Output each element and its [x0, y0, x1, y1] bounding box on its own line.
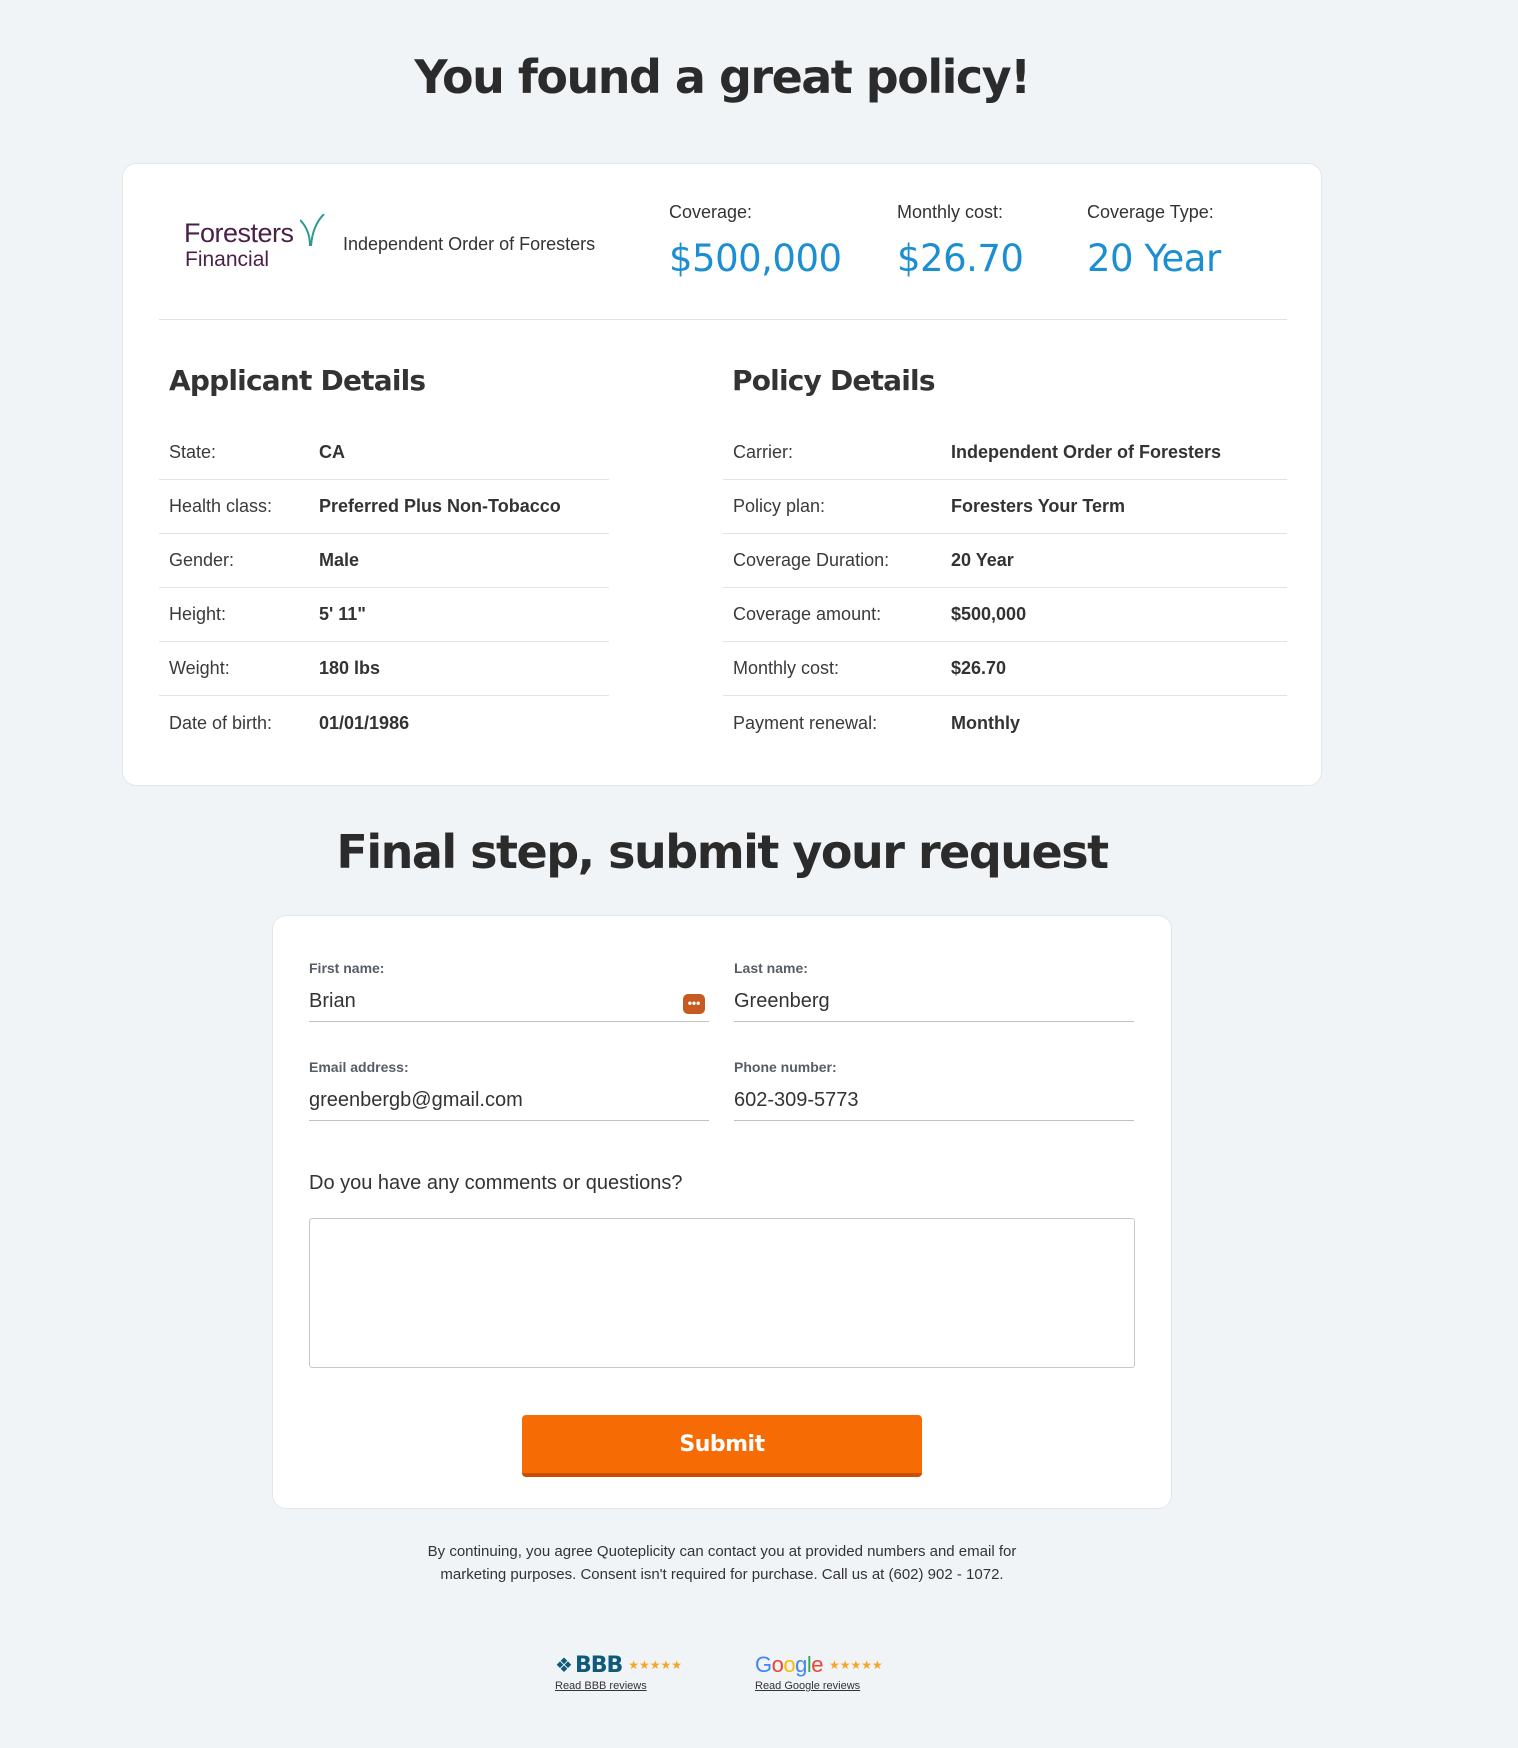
detail-label: Height: — [169, 604, 227, 624]
policy-details-title: Policy Details — [732, 364, 936, 397]
bbb-logo: BBB — [574, 1652, 623, 1678]
monthly-cost-label: Monthly cost: — [897, 202, 1004, 222]
bbb-reviews-link[interactable]: Read BBB reviews — [555, 1680, 682, 1692]
policy-details-list: Carrier: Independent Order of Foresters P… — [723, 426, 1287, 750]
detail-value: Independent Order of Foresters — [951, 442, 1222, 462]
bbb-stars: ★★★★★ — [628, 1658, 683, 1672]
detail-label: Health class: — [169, 496, 273, 516]
detail-row-dob: Date of birth: 01/01/1986 — [159, 696, 609, 750]
detail-label: Policy plan: — [733, 496, 826, 516]
detail-value: 180 lbs — [319, 658, 381, 678]
phone-field: Phone number: — [734, 1059, 1134, 1121]
first-name-field: First name: ••• — [309, 960, 709, 1022]
detail-row-monthly-cost: Monthly cost: $26.70 — [723, 642, 1287, 696]
google-review-badge: Google ★★★★★ Read Google reviews — [755, 1652, 883, 1692]
detail-label: Date of birth: — [169, 712, 273, 733]
phone-label: Phone number: — [734, 1059, 837, 1075]
logo-word-financial: Financial — [185, 248, 270, 271]
detail-value: Preferred Plus Non-Tobacco — [319, 496, 561, 516]
email-label: Email address: — [309, 1059, 409, 1075]
detail-label: Payment renewal: — [733, 712, 878, 733]
detail-value: 20 Year — [951, 550, 1014, 570]
coverage-label: Coverage: — [669, 202, 753, 222]
detail-row-gender: Gender: Male — [159, 534, 609, 588]
google-stars: ★★★★★ — [829, 1658, 883, 1672]
consent-text: By continuing, you agree Quoteplicity ca… — [427, 1543, 1017, 1583]
foresters-logo: Foresters Financial — [184, 214, 344, 278]
detail-row-coverage-duration: Coverage Duration: 20 Year — [723, 534, 1287, 588]
email-field: Email address: — [309, 1059, 709, 1121]
detail-row-policy-plan: Policy plan: Foresters Your Term — [723, 480, 1287, 534]
first-name-input[interactable] — [309, 986, 709, 1022]
monthly-cost-stat: Monthly cost: $26.70 — [897, 202, 1024, 280]
detail-row-health-class: Health class: Preferred Plus Non-Tobacco — [159, 480, 609, 534]
detail-label: Weight: — [169, 658, 230, 678]
bbb-torch-icon: ❖ — [555, 1654, 573, 1677]
detail-label: Coverage Duration: — [733, 550, 890, 570]
detail-value: 01/01/1986 — [319, 712, 410, 733]
detail-value: Monthly — [951, 712, 1020, 733]
page-title: You found a great policy! — [414, 50, 1031, 104]
detail-value: $500,000 — [951, 604, 1027, 624]
divider — [159, 319, 1287, 320]
coverage-type-stat: Coverage Type: 20 Year — [1087, 202, 1221, 280]
coverage-value: $500,000 — [669, 237, 842, 280]
email-input[interactable] — [309, 1085, 709, 1121]
detail-value: 5' 11" — [319, 604, 366, 624]
detail-label: Monthly cost: — [733, 658, 840, 678]
detail-row-coverage-amount: Coverage amount: $500,000 — [723, 588, 1287, 642]
detail-value: CA — [319, 442, 345, 462]
last-name-input[interactable] — [734, 986, 1134, 1022]
detail-row-weight: Weight: 180 lbs — [159, 642, 609, 696]
applicant-details-title: Applicant Details — [169, 364, 426, 397]
detail-value: Foresters Your Term — [951, 496, 1126, 516]
detail-label: Gender: — [169, 550, 235, 570]
detail-row-payment-renewal: Payment renewal: Monthly — [723, 696, 1287, 750]
first-name-label: First name: — [309, 960, 385, 976]
coverage-type-label: Coverage Type: — [1087, 202, 1214, 222]
submit-button[interactable]: Submit — [522, 1415, 922, 1477]
comments-label: Do you have any comments or questions? — [309, 1172, 683, 1194]
phone-input[interactable] — [734, 1085, 1134, 1121]
detail-value: Male — [319, 550, 360, 570]
google-logo: Google — [755, 1652, 824, 1677]
detail-label: State: — [169, 442, 217, 462]
policy-summary-card: Foresters Financial Independent Order of… — [122, 163, 1322, 786]
request-form-card: First name: ••• Last name: Email address… — [272, 915, 1172, 1509]
monthly-cost-value: $26.70 — [897, 237, 1024, 280]
coverage-type-value: 20 Year — [1087, 237, 1221, 280]
applicant-details-list: State: CA Health class: Preferred Plus Non… — [159, 426, 609, 750]
detail-label: Carrier: — [733, 442, 794, 462]
detail-label: Coverage amount: — [733, 604, 882, 624]
leaf-icon — [300, 214, 325, 246]
carrier-name: Independent Order of Foresters — [343, 234, 596, 254]
final-step-title: Final step, submit your request — [336, 825, 1109, 879]
detail-row-height: Height: 5' 11" — [159, 588, 609, 642]
detail-row-state: State: CA — [159, 426, 609, 480]
detail-value: $26.70 — [951, 658, 1007, 678]
last-name-field: Last name: — [734, 960, 1134, 1022]
logo-word-foresters: Foresters — [184, 218, 294, 248]
google-reviews-link[interactable]: Read Google reviews — [755, 1680, 883, 1692]
password-manager-icon[interactable]: ••• — [683, 994, 705, 1014]
last-name-label: Last name: — [734, 960, 808, 976]
coverage-stat: Coverage: $500,000 — [669, 202, 842, 280]
comments-textarea[interactable] — [309, 1218, 1135, 1368]
detail-row-carrier: Carrier: Independent Order of Foresters — [723, 426, 1287, 480]
bbb-review-badge: ❖ BBB ★★★★★ Read BBB reviews — [555, 1652, 683, 1693]
